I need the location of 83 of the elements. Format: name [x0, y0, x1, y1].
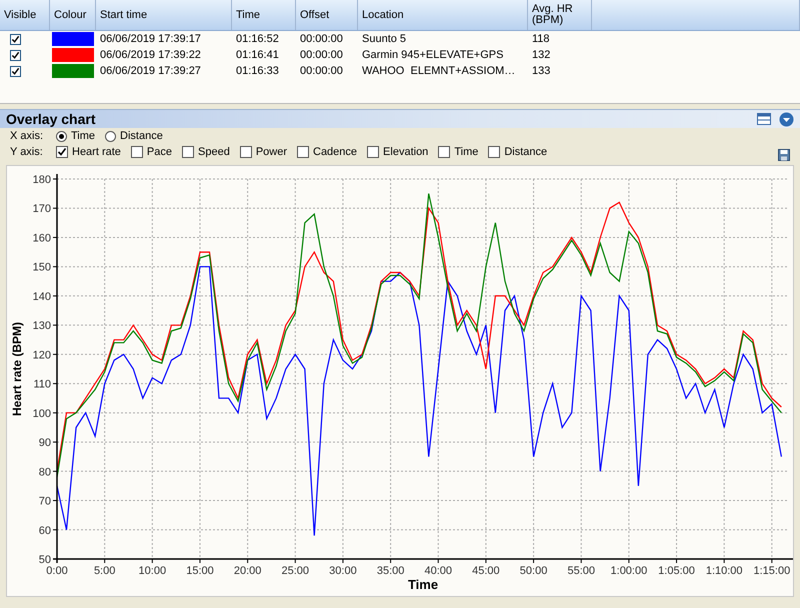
table-cell-text: Suunto 5 — [361, 33, 408, 45]
column-header[interactable]: Offset — [296, 0, 358, 30]
table-cell-text: 01:16:41 — [235, 49, 280, 61]
checkbox-label: Power — [256, 146, 287, 158]
checkbox[interactable] — [240, 146, 252, 158]
x-tick-label: 0:00 — [46, 565, 68, 577]
x-tick-label: 45:00 — [472, 565, 500, 577]
table-cell-text: 06/06/2019 17:39:27 — [99, 65, 202, 77]
checkbox-label: Time — [454, 146, 478, 158]
table-cell-text: 132 — [531, 49, 552, 61]
y-tick-label: 100 — [32, 408, 51, 420]
y-tick-label: 140 — [32, 290, 51, 303]
x-tick-label: 5:00 — [94, 565, 116, 577]
x-axis-title: Time — [408, 577, 438, 592]
x-tick-label: 1:05:00 — [658, 565, 695, 577]
x-tick-label: 30:00 — [329, 565, 357, 577]
radio-label: Distance — [120, 130, 163, 142]
checkbox-label: Pace — [146, 146, 172, 158]
table-cell-text: 06/06/2019 17:39:22 — [99, 49, 202, 61]
y-tick-label: 150 — [32, 262, 51, 274]
dropdown-icon[interactable] — [779, 112, 794, 126]
checkbox[interactable] — [130, 146, 143, 158]
y-tick-label: 80 — [38, 466, 51, 478]
x-tick-label: 55:00 — [567, 565, 595, 577]
checkbox[interactable] — [56, 146, 68, 158]
x-tick-label: 25:00 — [282, 565, 310, 577]
checkbox[interactable] — [367, 146, 380, 158]
table-cell-text: 133 — [531, 65, 552, 77]
panel-title: Overlay chart — [6, 111, 96, 127]
x-tick-label: 1:00:00 — [610, 565, 648, 577]
table-cell-text: 00:00:00 — [299, 65, 344, 77]
table-cell-text: 00:00:00 — [299, 49, 344, 61]
y-tick-label: 90 — [38, 437, 51, 450]
layout-icon[interactable] — [757, 113, 771, 125]
table-cell-text: 00:00:00 — [299, 33, 344, 45]
y-tick-label: 130 — [32, 320, 51, 332]
checkbox-label: Heart rate — [72, 146, 121, 158]
save-icon[interactable] — [778, 149, 790, 161]
y-tick-label: 170 — [32, 203, 51, 216]
x-tick-label: 35:00 — [376, 565, 404, 577]
y-tick-label: 60 — [38, 524, 51, 537]
table-cell-text: Garmin 945+ELEVATE+GPS — [361, 49, 504, 61]
x-tick-label: 20:00 — [234, 565, 262, 577]
column-header[interactable]: Location — [358, 0, 528, 30]
y-axis-label: Y axis: — [10, 146, 44, 158]
column-header[interactable]: Avg. HR (BPM) — [528, 0, 592, 30]
checkbox-label: Elevation — [383, 146, 428, 158]
x-tick-label: 40:00 — [424, 565, 452, 577]
visible-checkbox[interactable] — [10, 50, 21, 60]
table-cell-text: 118 — [531, 33, 551, 45]
y-tick-label: 160 — [32, 232, 51, 244]
checkbox-label: Speed — [198, 146, 230, 158]
checkbox-label: Distance — [504, 146, 548, 158]
column-header[interactable]: Start time — [96, 0, 232, 30]
x-tick-label: 10:00 — [138, 565, 166, 577]
table-cell-text: 01:16:33 — [235, 65, 280, 77]
x-tick-label: 1:15:00 — [754, 565, 790, 577]
radio-label: Time — [71, 130, 96, 142]
y-tick-label: 120 — [32, 349, 51, 362]
column-header[interactable]: Colour — [50, 0, 96, 30]
radio-button[interactable] — [105, 130, 116, 142]
column-header[interactable]: Time — [232, 0, 296, 30]
checkbox[interactable] — [488, 146, 500, 158]
table-cell-text: 06/06/2019 17:39:17 — [99, 33, 202, 45]
checkbox-label: Cadence — [313, 146, 358, 158]
y-tick-label: 70 — [38, 496, 51, 508]
y-axis-title: Heart rate (BPM) — [10, 322, 24, 416]
y-tick-label: 180 — [32, 174, 51, 186]
checkbox[interactable] — [297, 146, 309, 158]
x-tick-label: 15:00 — [186, 565, 214, 577]
table-cell-text: WAHOO ELEMNT+ASSIOM… — [361, 65, 516, 77]
y-tick-label: 50 — [38, 554, 51, 566]
visible-checkbox[interactable] — [10, 66, 21, 76]
x-tick-label: 50:00 — [520, 565, 548, 577]
x-axis-label: X axis: — [10, 130, 44, 142]
column-header[interactable]: Visible — [0, 0, 50, 30]
radio-button[interactable] — [56, 130, 67, 142]
x-tick-label: 1:10:00 — [706, 565, 743, 577]
checkbox[interactable] — [438, 146, 450, 158]
visible-checkbox[interactable] — [10, 34, 21, 44]
y-tick-label: 110 — [33, 378, 51, 391]
table-cell-text: 01:16:52 — [235, 33, 280, 45]
checkbox[interactable] — [182, 146, 194, 158]
